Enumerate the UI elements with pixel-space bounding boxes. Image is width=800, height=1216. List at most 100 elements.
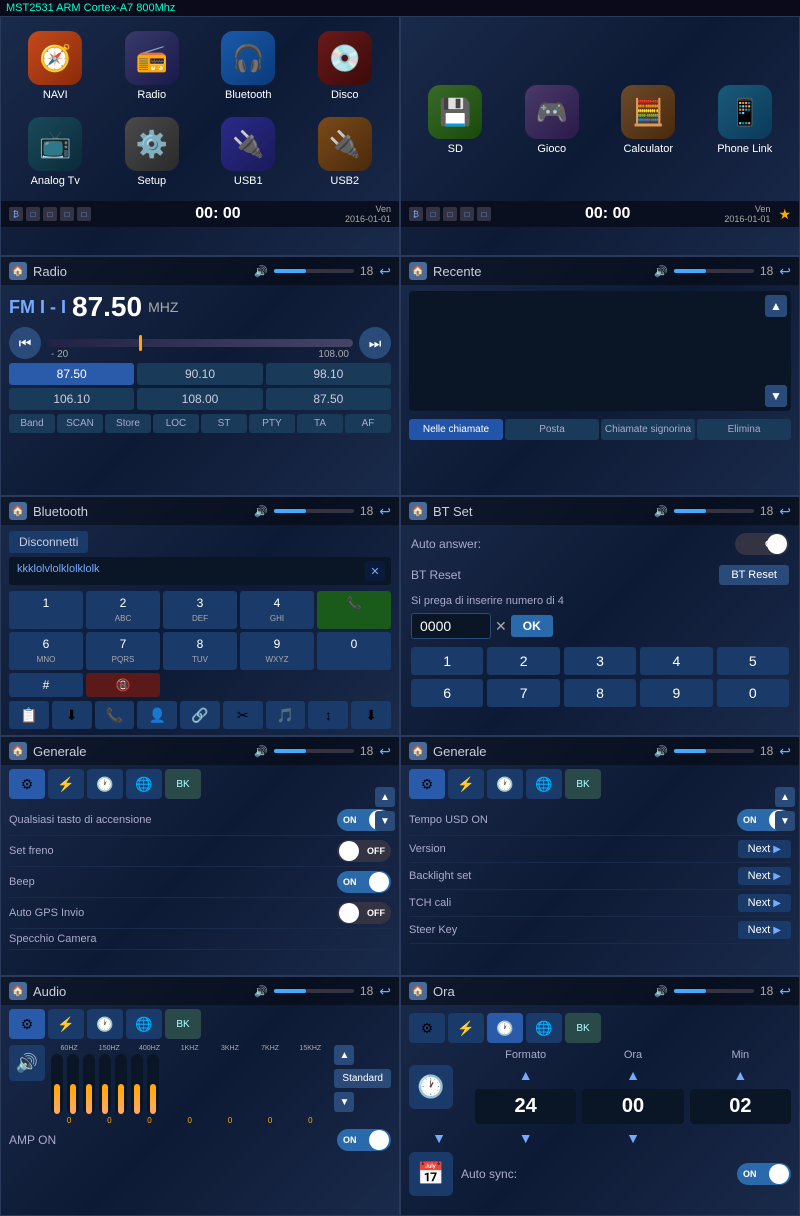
- bt-back[interactable]: ↩: [379, 503, 391, 520]
- gen-r-next-1[interactable]: Next ▶: [738, 840, 791, 858]
- freq-btn-5[interactable]: 87.50: [266, 388, 391, 410]
- min-down[interactable]: ▼: [582, 1130, 683, 1146]
- gen-right-scroll-up[interactable]: ▲: [775, 787, 795, 807]
- numpad-4[interactable]: 4GHI: [240, 591, 314, 629]
- bt-icon-7[interactable]: 🎵: [266, 701, 306, 729]
- ta-btn[interactable]: TA: [297, 414, 343, 433]
- gen-tab-clock[interactable]: 🕐: [87, 769, 123, 799]
- numpad-call[interactable]: 📞: [317, 591, 391, 629]
- app-sd[interactable]: 💾 SD: [409, 47, 502, 193]
- bt-icon-4[interactable]: 👤: [137, 701, 177, 729]
- home-icon-gen-l[interactable]: 🏠: [9, 742, 27, 760]
- app-disco[interactable]: 💿 Disco: [299, 25, 392, 107]
- app-gioco[interactable]: 🎮 Gioco: [506, 47, 599, 193]
- gen-r-tab-globe[interactable]: 🌐: [526, 769, 562, 799]
- radio-back[interactable]: ↩: [379, 263, 391, 280]
- ora-tab-clock[interactable]: 🕐: [487, 1013, 523, 1043]
- bt-icon-1[interactable]: 📋: [9, 701, 49, 729]
- eq-slider-4[interactable]: [115, 1054, 127, 1114]
- btset-num-8[interactable]: 8: [564, 679, 636, 707]
- scroll-up-btn[interactable]: ▲: [765, 295, 787, 317]
- eq-slider-0[interactable]: [51, 1054, 63, 1114]
- scroll-down-btn[interactable]: ▼: [765, 385, 787, 407]
- tab-elimina[interactable]: Elimina: [697, 419, 791, 440]
- ora-tab-bk[interactable]: BK: [565, 1013, 601, 1043]
- freq-btn-3[interactable]: 106.10: [9, 388, 134, 410]
- eq-preset-btn[interactable]: Standard: [334, 1069, 391, 1088]
- numpad-8[interactable]: 8TUV: [163, 632, 237, 670]
- audio-tab-gear[interactable]: ⚙: [9, 1009, 45, 1039]
- audio-back[interactable]: ↩: [379, 983, 391, 1000]
- gen-r-next-2[interactable]: Next ▶: [738, 867, 791, 885]
- gen-tab-gear[interactable]: ⚙: [9, 769, 45, 799]
- st-btn[interactable]: ST: [201, 414, 247, 433]
- gen-toggle-3[interactable]: OFF: [337, 902, 391, 924]
- formato-up[interactable]: ▲: [475, 1067, 576, 1083]
- formato-down[interactable]: ▼: [409, 1130, 469, 1146]
- freq-btn-4[interactable]: 108.00: [137, 388, 262, 410]
- auto-answer-toggle[interactable]: OFF: [735, 533, 789, 555]
- numpad-0[interactable]: 0: [317, 632, 391, 670]
- eq-slider-6[interactable]: [147, 1054, 159, 1114]
- eq-slider-1[interactable]: [67, 1054, 79, 1114]
- band-btn[interactable]: Band: [9, 414, 55, 433]
- gen-r-tab-clock[interactable]: 🕐: [487, 769, 523, 799]
- app-radio[interactable]: 📻 Radio: [106, 25, 199, 107]
- gen-r-tab-eq[interactable]: ⚡: [448, 769, 484, 799]
- radio-prev-btn[interactable]: ⏮: [9, 327, 41, 359]
- gen-tab-globe[interactable]: 🌐: [126, 769, 162, 799]
- radio-next-btn[interactable]: ⏭: [359, 327, 391, 359]
- freq-btn-1[interactable]: 90.10: [137, 363, 262, 385]
- app-calculator[interactable]: 🧮 Calculator: [602, 47, 695, 193]
- freq-btn-0[interactable]: 87.50: [9, 363, 134, 385]
- btset-num-7[interactable]: 7: [487, 679, 559, 707]
- btset-num-3[interactable]: 3: [564, 647, 636, 675]
- bt-reset-btn[interactable]: BT Reset: [719, 565, 789, 585]
- numpad-hash[interactable]: #: [9, 673, 83, 697]
- app-usb1[interactable]: 🔌 USB1: [202, 111, 295, 193]
- numpad-hangup[interactable]: 📵: [86, 673, 160, 697]
- pty-btn[interactable]: PTY: [249, 414, 295, 433]
- gen-tab-eq[interactable]: ⚡: [48, 769, 84, 799]
- bt-icon-9[interactable]: ⬇: [351, 701, 391, 729]
- home-icon-gen-r[interactable]: 🏠: [409, 742, 427, 760]
- min-up[interactable]: ▲: [690, 1067, 791, 1083]
- btset-num-5[interactable]: 5: [717, 647, 789, 675]
- recente-back[interactable]: ↩: [779, 263, 791, 280]
- app-setup[interactable]: ⚙️ Setup: [106, 111, 199, 193]
- btset-pin-input[interactable]: [411, 613, 491, 639]
- audio-tab-bk[interactable]: BK: [165, 1009, 201, 1039]
- eq-slider-5[interactable]: [131, 1054, 143, 1114]
- eq-speaker-icon[interactable]: 🔊: [9, 1045, 45, 1081]
- ora-back[interactable]: ↩: [779, 983, 791, 1000]
- btset-num-0[interactable]: 0: [717, 679, 789, 707]
- numpad-3[interactable]: 3DEF: [163, 591, 237, 629]
- bt-icon-3[interactable]: 📞: [95, 701, 135, 729]
- numpad-2[interactable]: 2ABC: [86, 591, 160, 629]
- gen-r-next-3[interactable]: Next ▶: [738, 894, 791, 912]
- audio-tab-eq[interactable]: ⚡: [48, 1009, 84, 1039]
- btset-num-2[interactable]: 2: [487, 647, 559, 675]
- store-btn[interactable]: Store: [105, 414, 151, 433]
- scan-btn[interactable]: SCAN: [57, 414, 103, 433]
- af-btn[interactable]: AF: [345, 414, 391, 433]
- home-icon-radio[interactable]: 🏠: [9, 262, 27, 280]
- app-usb2[interactable]: 🔌 USB2: [299, 111, 392, 193]
- gen-toggle-2[interactable]: ON: [337, 871, 391, 893]
- bt-clear-btn[interactable]: ✕: [365, 561, 385, 581]
- home-icon-recente[interactable]: 🏠: [409, 262, 427, 280]
- gen-left-back[interactable]: ↩: [379, 743, 391, 760]
- bt-icon-2[interactable]: ⬇: [52, 701, 92, 729]
- loc-btn[interactable]: LOC: [153, 414, 199, 433]
- gen-left-scroll-down[interactable]: ▼: [375, 811, 395, 831]
- eq-slider-3[interactable]: [99, 1054, 111, 1114]
- app-phone-link[interactable]: 📱 Phone Link: [699, 47, 792, 193]
- freq-btn-2[interactable]: 98.10: [266, 363, 391, 385]
- amp-toggle[interactable]: ON: [337, 1129, 391, 1151]
- bt-icon-8[interactable]: ↕: [308, 701, 348, 729]
- ora-up[interactable]: ▲: [582, 1067, 683, 1083]
- audio-tab-clock[interactable]: 🕐: [87, 1009, 123, 1039]
- home-icon-ora[interactable]: 🏠: [409, 982, 427, 1000]
- tab-chiamate-signorina[interactable]: Chiamate signorina: [601, 419, 695, 440]
- numpad-1[interactable]: 1: [9, 591, 83, 629]
